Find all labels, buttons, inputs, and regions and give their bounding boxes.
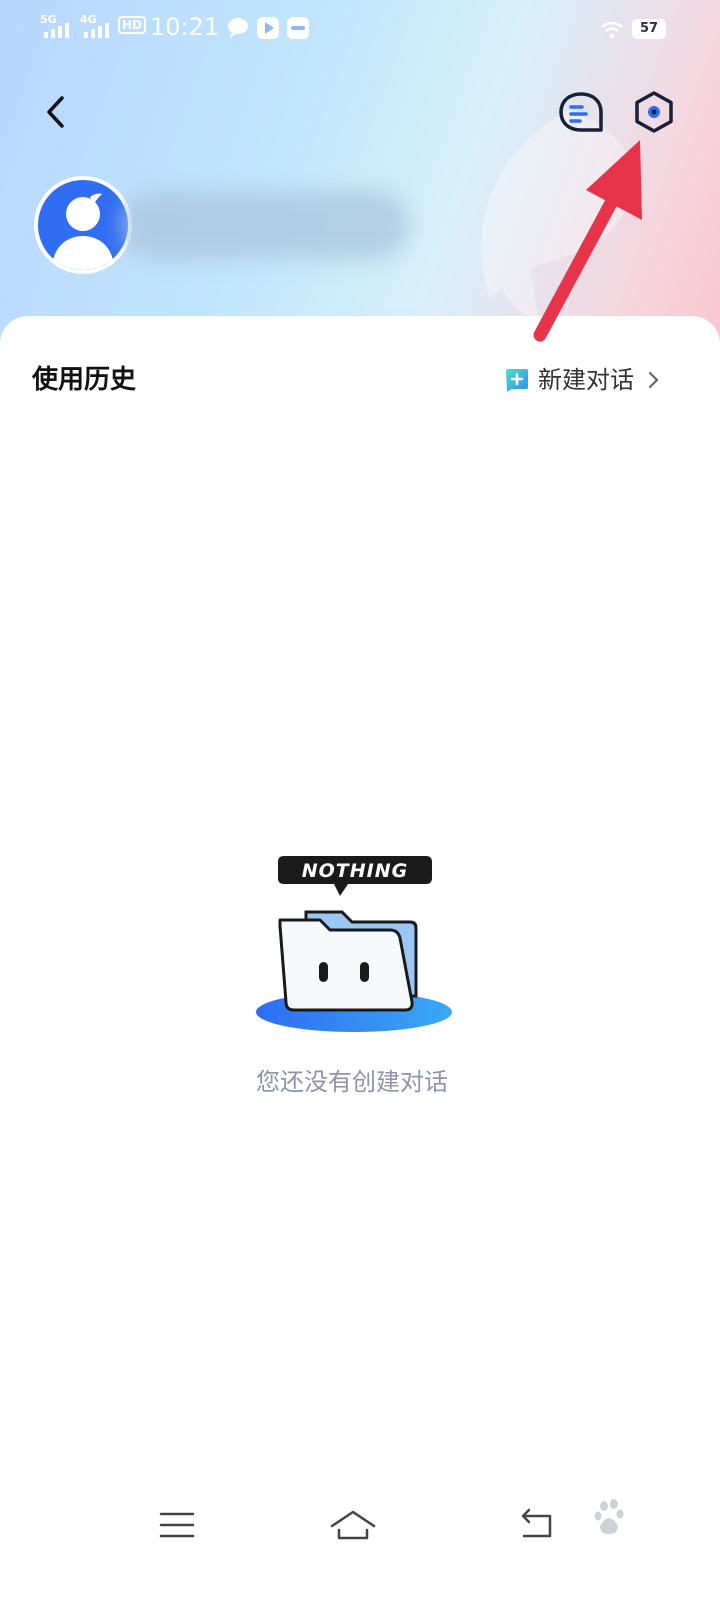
avatar[interactable] <box>34 176 132 274</box>
default-user-icon <box>52 193 114 270</box>
home-button[interactable] <box>328 1500 378 1550</box>
home-icon <box>330 1510 376 1540</box>
chat-button[interactable] <box>558 90 604 134</box>
settings-button[interactable] <box>630 88 678 136</box>
empty-state-message: 您还没有创建对话 <box>256 1068 448 1096</box>
new-chat-label: 新建对话 <box>538 366 634 394</box>
back-button[interactable] <box>36 88 76 136</box>
wifi-icon <box>601 21 623 39</box>
message-notification-icon <box>228 18 248 38</box>
history-title: 使用历史 <box>32 365 137 395</box>
chevron-right-icon <box>648 371 659 389</box>
annotation-arrow-icon <box>533 140 642 342</box>
status-time: 10:21 <box>150 13 220 41</box>
status-bar: 5G 4G HD 10:21 57 <box>0 0 720 60</box>
battery-indicator: 57 <box>632 19 666 39</box>
app-notification-icon <box>287 17 309 39</box>
plus-chat-icon <box>506 369 528 392</box>
return-icon <box>521 1508 552 1538</box>
video-notification-icon <box>257 17 279 39</box>
baidu-jingyan-watermark <box>594 1499 624 1534</box>
system-back-button[interactable] <box>512 1500 562 1550</box>
menu-icon <box>159 1512 195 1538</box>
nothing-badge-text: NOTHING <box>302 860 408 882</box>
menu-button[interactable] <box>152 1500 202 1550</box>
signal-strength-icon <box>84 23 109 38</box>
chat-bubble-icon <box>559 92 603 132</box>
signal-strength-icon <box>44 23 69 38</box>
new-chat-button[interactable]: 新建对话 <box>504 360 664 400</box>
hexagon-gear-icon <box>635 91 673 133</box>
username-redacted <box>120 190 410 260</box>
empty-folder-illustration: NOTHING <box>256 856 452 1032</box>
hd-badge: HD <box>118 16 147 34</box>
chevron-left-icon <box>47 96 64 128</box>
